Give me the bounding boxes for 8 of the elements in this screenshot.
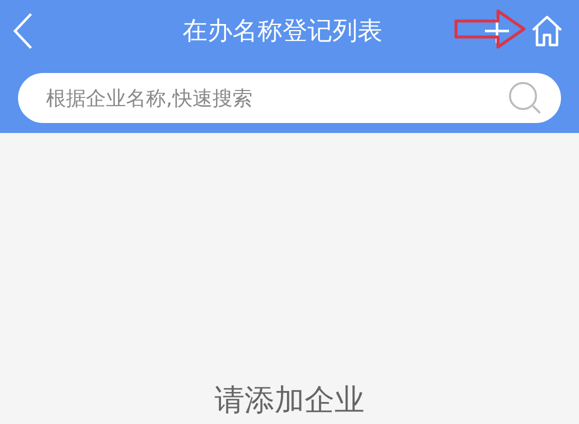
back-icon [12, 12, 34, 50]
home-icon [530, 15, 564, 47]
search-field[interactable]: 根据企业名称,快速搜索 [18, 72, 561, 122]
empty-message: 请添加企业 [214, 382, 364, 420]
search-icon [507, 80, 543, 116]
page-title: 在办名称登记列表 [182, 15, 382, 48]
plus-icon [483, 17, 511, 45]
annotation-arrow [454, 8, 526, 50]
